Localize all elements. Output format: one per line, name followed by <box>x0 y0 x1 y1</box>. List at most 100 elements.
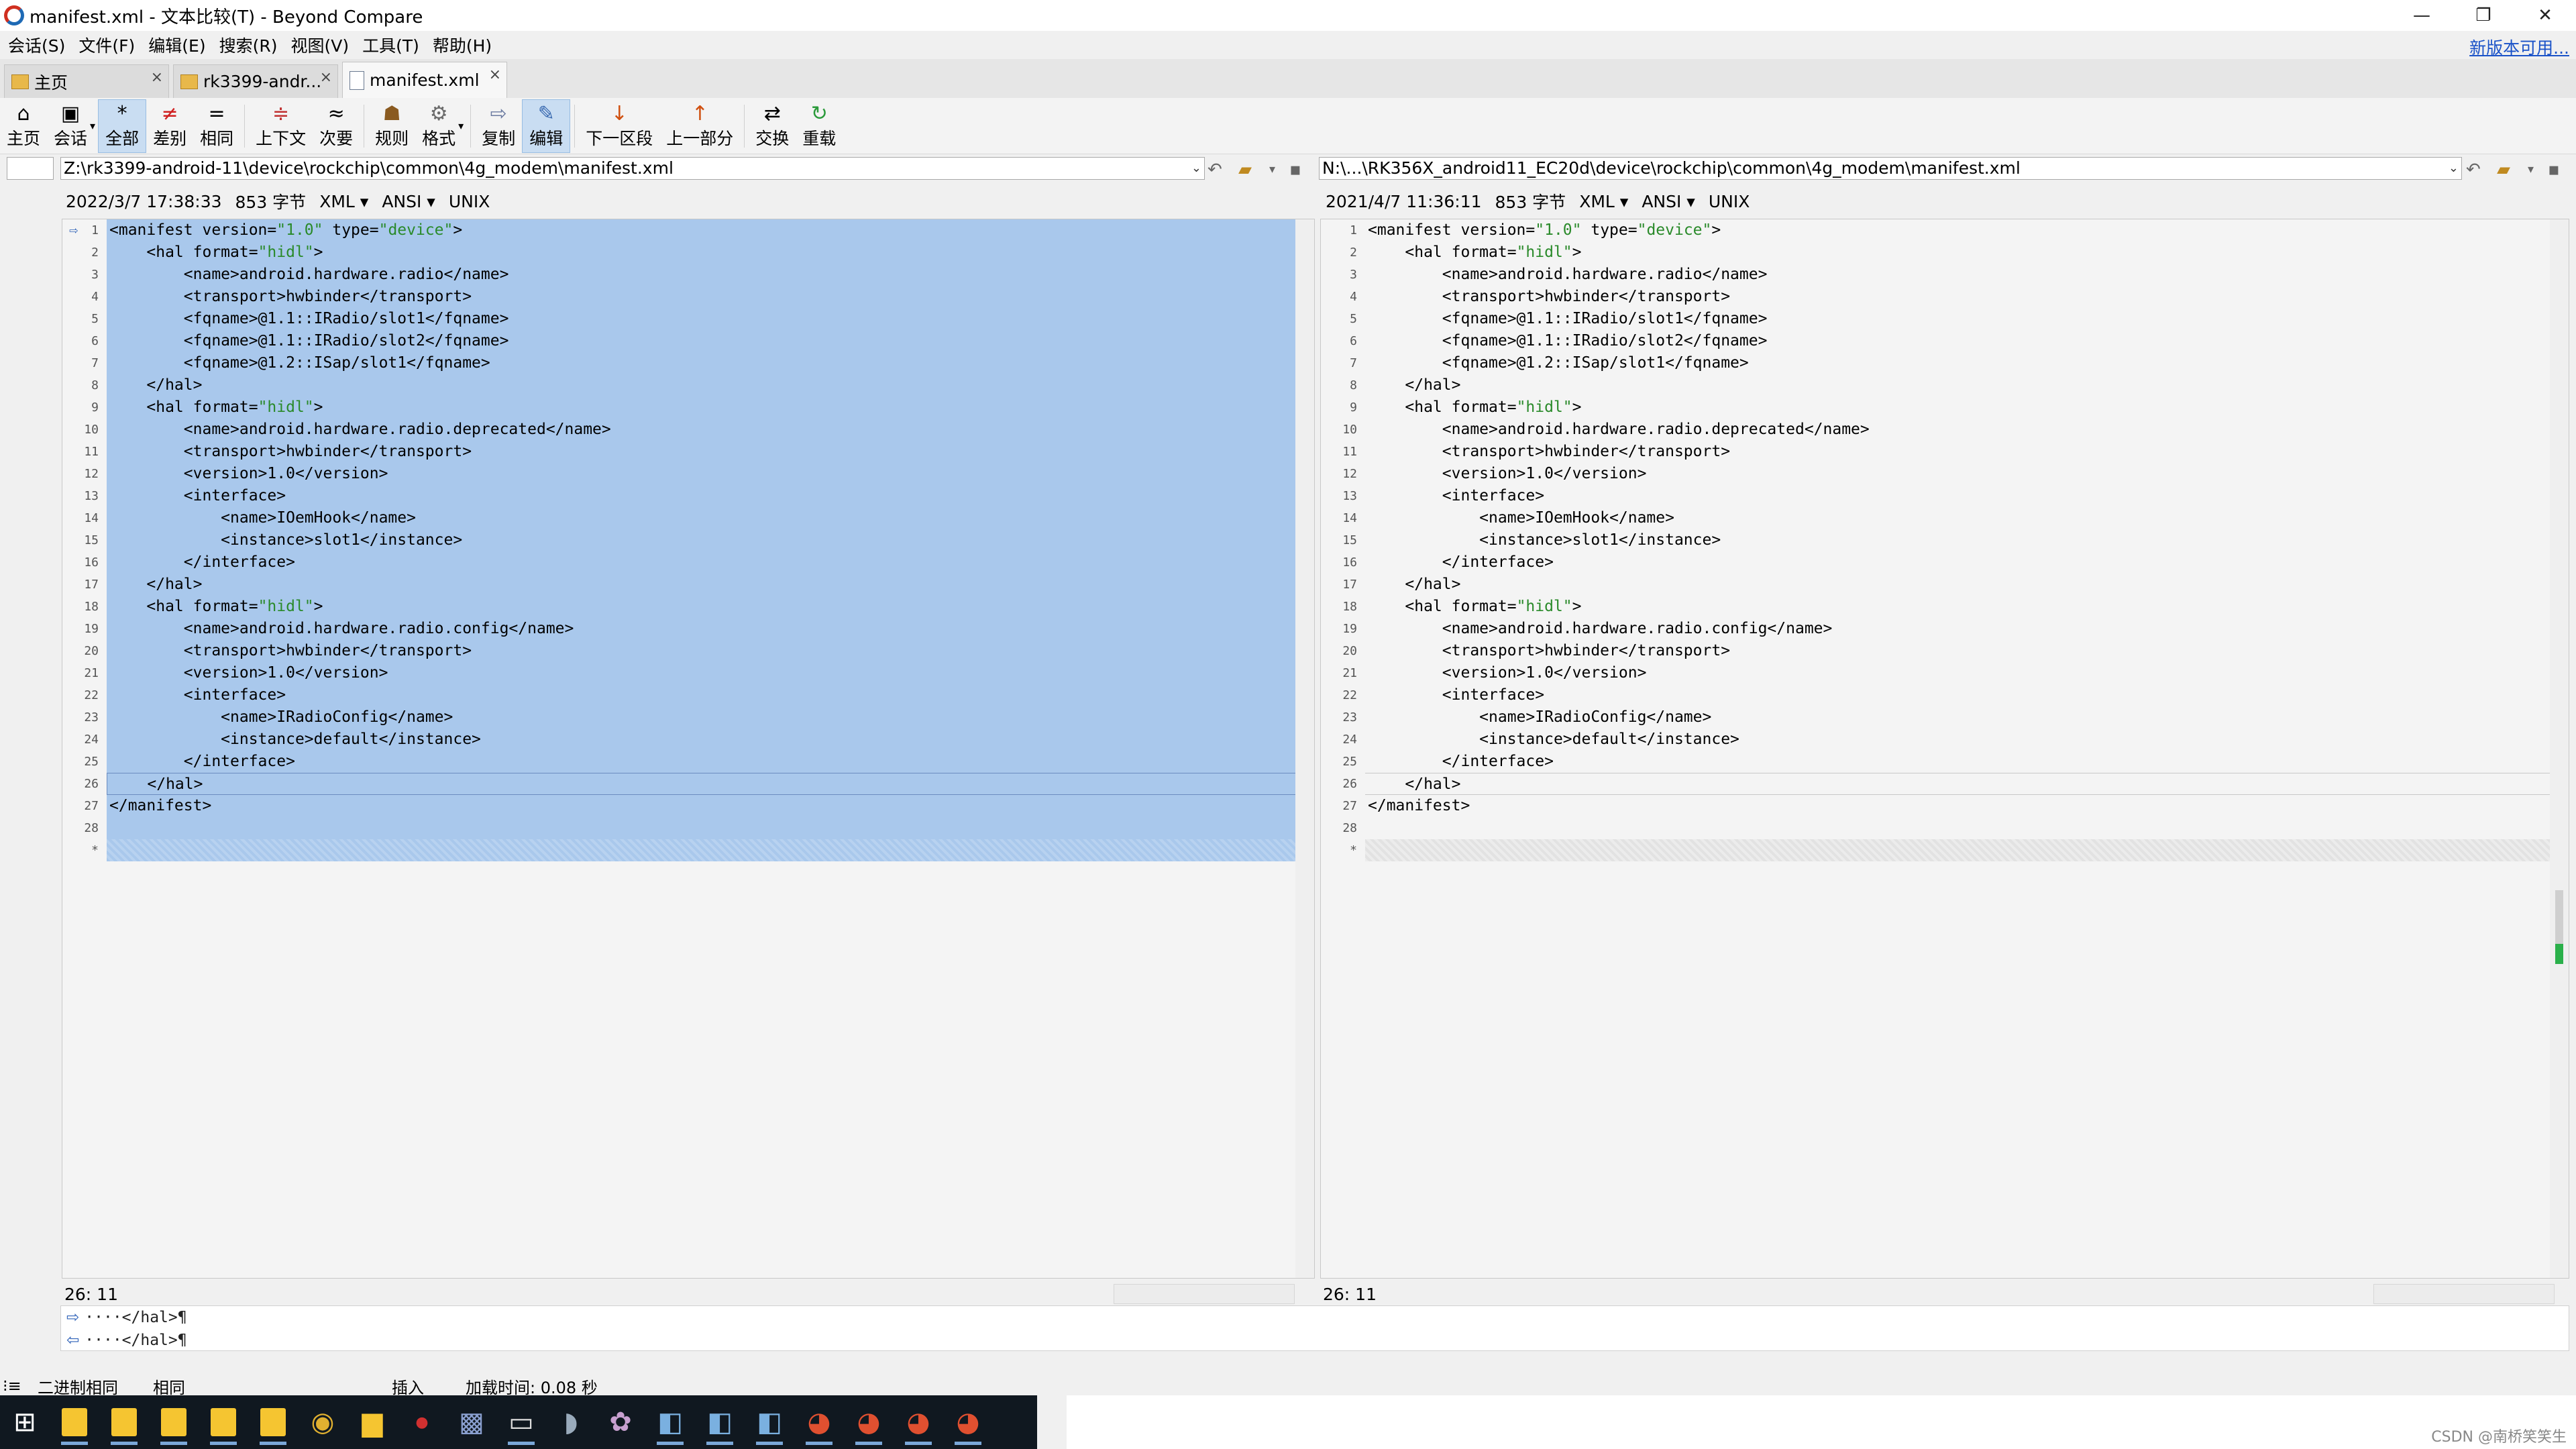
code-line[interactable]: 13 <interface> <box>1321 485 2569 507</box>
minimize-button[interactable]: — <box>2391 0 2453 31</box>
home-button[interactable]: ⌂ 主页 <box>0 99 47 153</box>
code-line[interactable]: 1 <manifest version="1.0" type="device"> <box>1321 219 2569 241</box>
minor-button[interactable]: ≈ 次要 <box>313 99 360 153</box>
menu-search[interactable]: 搜索(R) <box>211 33 283 57</box>
history-icon[interactable]: ↶ <box>2466 160 2481 180</box>
code-line[interactable]: 17 </hal> <box>1321 574 2569 596</box>
code-line[interactable]: 19 <name>android.hardware.radio.config</… <box>1321 618 2569 640</box>
code-line[interactable]: 22 <interface> <box>1321 684 2569 706</box>
code-line[interactable]: 13 <interface> <box>62 485 1314 507</box>
tab-close-icon[interactable]: × <box>489 66 501 83</box>
session-dropdown-icon[interactable]: ▾ <box>90 119 95 132</box>
taskbar-app[interactable]: ▆ <box>347 1395 397 1449</box>
rules-button[interactable]: ☗ 规则 <box>368 99 415 153</box>
menu-edit[interactable]: 编辑(E) <box>140 33 211 57</box>
left-path-input[interactable]: Z:\rk3399-android-11\device\rockchip\com… <box>60 157 1205 180</box>
taskbar-app[interactable]: ◉ <box>298 1395 347 1449</box>
left-vertical-scrollbar[interactable] <box>1295 219 1314 1278</box>
code-line[interactable]: 8 </hal> <box>1321 374 2569 396</box>
open-dropdown-icon[interactable]: ▾ <box>1269 162 1275 176</box>
code-line[interactable]: 18 <hal format="hidl"> <box>1321 596 2569 618</box>
right-encoding-select[interactable]: ANSI ▾ <box>1642 192 1695 211</box>
code-line[interactable]: 14 <name>IOemHook</name> <box>62 507 1314 529</box>
code-line[interactable]: 20 <transport>hwbinder</transport> <box>62 640 1314 662</box>
new-version-link[interactable]: 新版本可用... <box>2469 35 2569 59</box>
code-line[interactable]: 26 </hal> <box>1321 773 2569 795</box>
right-format-select[interactable]: XML ▾ <box>1579 192 1628 211</box>
right-horizontal-scrollbar[interactable] <box>2373 1284 2555 1304</box>
restore-button[interactable]: ❐ <box>2453 0 2514 31</box>
code-line[interactable]: 10 <name>android.hardware.radio.deprecat… <box>62 419 1314 441</box>
code-line[interactable]: 11 <transport>hwbinder</transport> <box>62 441 1314 463</box>
edit-button[interactable]: ✎ 编辑 <box>522 99 571 153</box>
taskbar-app[interactable]: ◕ <box>794 1395 844 1449</box>
close-button[interactable]: ✕ <box>2514 0 2576 31</box>
open-folder-icon[interactable]: ▰ <box>1238 160 1252 180</box>
code-line[interactable]: 5 <fqname>@1.1::IRadio/slot1</fqname> <box>62 308 1314 330</box>
code-line[interactable]: 24 <instance>default</instance> <box>62 729 1314 751</box>
code-line[interactable]: 11 <transport>hwbinder</transport> <box>1321 441 2569 463</box>
code-line[interactable]: 26 </hal> <box>62 773 1314 795</box>
taskbar-app[interactable]: ◧ <box>695 1395 745 1449</box>
show-all-button[interactable]: * 全部 <box>98 99 147 153</box>
prev-part-button[interactable]: ↑ 上一部分 <box>659 99 740 153</box>
tab-close-icon[interactable]: × <box>151 69 163 86</box>
code-line[interactable]: 16 </interface> <box>1321 551 2569 574</box>
code-line[interactable]: 20 <transport>hwbinder</transport> <box>1321 640 2569 662</box>
next-section-button[interactable]: ↓ 下一区段 <box>579 99 659 153</box>
taskbar-app[interactable]: ✿ <box>596 1395 645 1449</box>
code-line[interactable]: 18 <hal format="hidl"> <box>62 596 1314 618</box>
code-line[interactable]: 27 </manifest> <box>1321 795 2569 817</box>
code-line[interactable]: 4 <transport>hwbinder</transport> <box>62 286 1314 308</box>
code-line[interactable]: 3 <name>android.hardware.radio</name> <box>1321 264 2569 286</box>
format-button[interactable]: ⚙ 格式 <box>415 99 462 153</box>
right-text-pane[interactable]: 1 <manifest version="1.0" type="device"> 2… <box>1320 219 2569 1279</box>
left-format-select[interactable]: XML ▾ <box>319 192 368 211</box>
code-line[interactable]: 15 <instance>slot1</instance> <box>62 529 1314 551</box>
code-line[interactable]: 19 <name>android.hardware.radio.config</… <box>62 618 1314 640</box>
left-filter-box[interactable] <box>7 157 54 180</box>
code-line[interactable]: 2 <hal format="hidl"> <box>1321 241 2569 264</box>
path-dropdown-icon[interactable]: ⌄ <box>1191 158 1201 179</box>
code-line[interactable]: 21 <version>1.0</version> <box>62 662 1314 684</box>
taskbar-app[interactable]: ◕ <box>894 1395 943 1449</box>
code-line[interactable]: 3 <name>android.hardware.radio</name> <box>62 264 1314 286</box>
code-line[interactable]: 24 <instance>default</instance> <box>1321 729 2569 751</box>
reload-button[interactable]: ↻ 重载 <box>796 99 843 153</box>
code-line[interactable]: 16 </interface> <box>62 551 1314 574</box>
path-dropdown-icon[interactable]: ⌄ <box>2449 158 2459 179</box>
code-line[interactable]: 25 </interface> <box>62 751 1314 773</box>
code-line[interactable]: 9 <hal format="hidl"> <box>1321 396 2569 419</box>
taskbar-app[interactable]: ◕ <box>844 1395 894 1449</box>
code-line[interactable]: 15 <instance>slot1</instance> <box>1321 529 2569 551</box>
tab-close-icon[interactable]: × <box>320 69 332 86</box>
tab-folder-compare[interactable]: rk3399-andr... × <box>173 64 338 98</box>
menu-file[interactable]: 文件(F) <box>70 33 140 57</box>
left-text-pane[interactable]: ⇨ 1 <manifest version="1.0" type="device"… <box>62 219 1315 1279</box>
taskbar-app[interactable] <box>149 1395 199 1449</box>
code-line[interactable]: 4 <transport>hwbinder</transport> <box>1321 286 2569 308</box>
copy-button[interactable]: ⇨ 复制 <box>475 99 522 153</box>
taskbar-app[interactable] <box>199 1395 248 1449</box>
right-vertical-scrollbar[interactable] <box>2550 219 2569 1278</box>
taskbar-app[interactable] <box>99 1395 149 1449</box>
show-same-button[interactable]: = 相同 <box>193 99 240 153</box>
code-line[interactable]: 28 <box>62 817 1314 839</box>
code-line[interactable]: 14 <name>IOemHook</name> <box>1321 507 2569 529</box>
menu-tools[interactable]: 工具(T) <box>354 33 425 57</box>
save-icon[interactable]: ▪ <box>1289 160 1301 180</box>
code-line[interactable]: 23 <name>IRadioConfig</name> <box>62 706 1314 729</box>
menu-session[interactable]: 会话(S) <box>0 33 70 57</box>
code-line[interactable]: 6 <fqname>@1.1::IRadio/slot2</fqname> <box>62 330 1314 352</box>
code-line[interactable]: 1 <manifest version="1.0" type="device"> <box>62 219 1314 241</box>
tab-home[interactable]: 主页 × <box>4 64 169 98</box>
open-dropdown-icon[interactable]: ▾ <box>2528 162 2534 176</box>
code-line[interactable]: 10 <name>android.hardware.radio.deprecat… <box>1321 419 2569 441</box>
right-path-input[interactable]: N:\...\RK356X_android11_EC20d\device\roc… <box>1319 157 2462 180</box>
left-horizontal-scrollbar[interactable] <box>1114 1284 1295 1304</box>
session-button[interactable]: ▣ 会话 <box>47 99 94 153</box>
code-line[interactable]: 8 </hal> <box>62 374 1314 396</box>
format-dropdown-icon[interactable]: ▾ <box>458 119 464 132</box>
taskbar-app[interactable] <box>50 1395 99 1449</box>
taskbar-app[interactable]: ◗ <box>546 1395 596 1449</box>
